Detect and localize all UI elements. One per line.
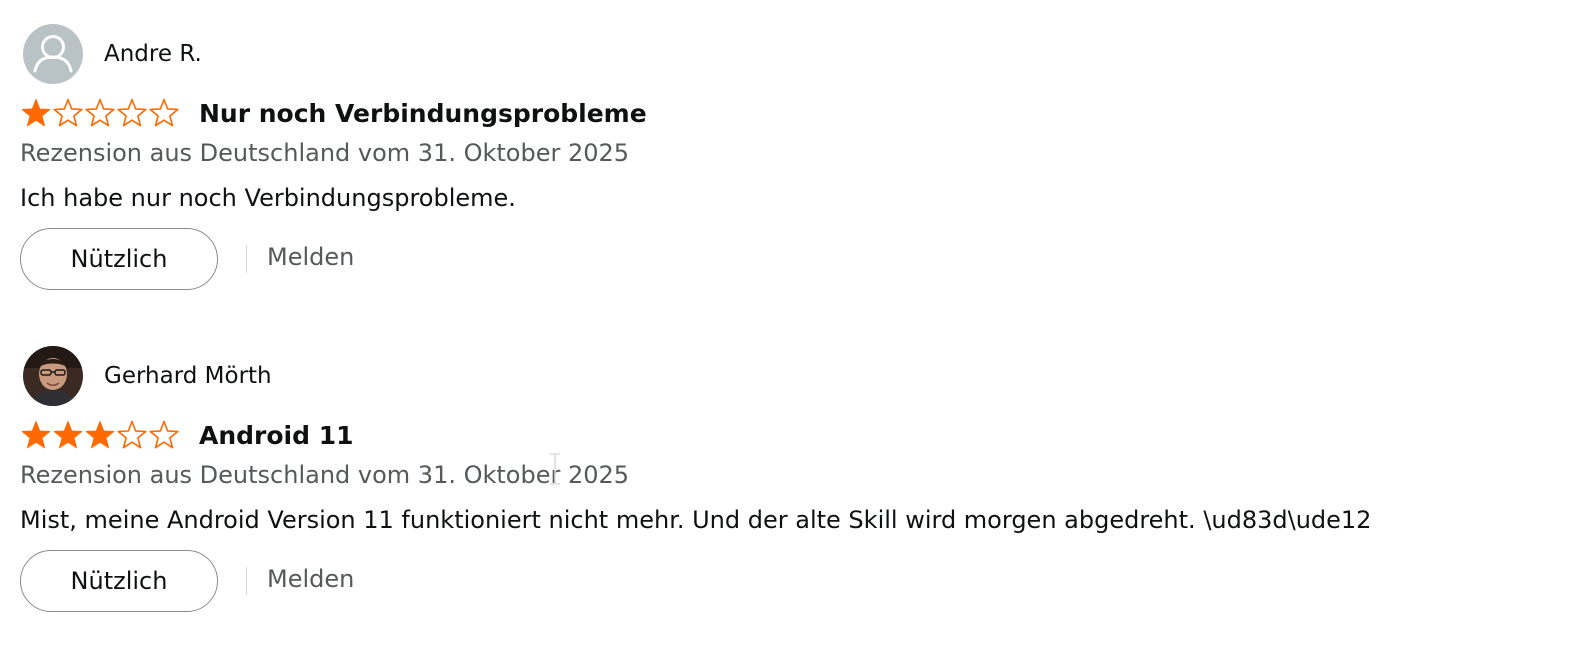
star-empty-icon — [117, 98, 147, 127]
reviewer-name[interactable]: Andre R. — [104, 41, 202, 67]
review-card: Andre R. Nur noch Verbindungsprobleme Re… — [20, 24, 1560, 290]
reviews-list: Andre R. Nur noch Verbindungsprobleme Re… — [0, 0, 1595, 652]
review-title[interactable]: Nur noch Verbindungsprobleme — [199, 99, 647, 128]
star-rating[interactable] — [20, 98, 180, 128]
helpful-button[interactable]: Nützlich — [20, 550, 218, 612]
reviewer-name[interactable]: Gerhard Mörth — [104, 363, 272, 389]
review-date: Rezension aus Deutschland vom 31. Oktobe… — [20, 139, 630, 167]
report-link[interactable]: Melden — [267, 243, 354, 271]
review-text: Ich habe nur noch Verbindungsprobleme. — [20, 184, 516, 212]
star-empty-icon — [149, 98, 179, 127]
star-filled-icon — [21, 99, 51, 127]
star-empty-icon — [85, 98, 115, 127]
star-empty-icon — [53, 98, 83, 127]
star-rating[interactable] — [20, 420, 180, 450]
action-divider — [246, 245, 247, 273]
helpful-button[interactable]: Nützlich — [20, 228, 218, 290]
reviewer-profile[interactable]: Andre R. — [20, 24, 1560, 84]
text-cursor-icon — [550, 453, 560, 485]
star-filled-icon — [85, 421, 115, 449]
star-empty-icon — [149, 420, 179, 449]
reviewer-profile[interactable]: Gerhard Mörth — [20, 346, 1560, 406]
user-photo — [23, 346, 83, 406]
report-link[interactable]: Melden — [267, 565, 354, 593]
review-text: Mist, meine Android Version 11 funktioni… — [20, 506, 1372, 534]
review-date: Rezension aus Deutschland vom 31. Oktobe… — [20, 461, 630, 489]
action-divider — [246, 567, 247, 595]
default-user-icon — [23, 24, 83, 84]
star-empty-icon — [117, 420, 147, 449]
star-filled-icon — [21, 421, 51, 449]
star-filled-icon — [53, 421, 83, 449]
review-card: Gerhard Mörth Android 11 Rezension aus D… — [20, 346, 1560, 612]
review-title[interactable]: Android 11 — [199, 421, 354, 450]
